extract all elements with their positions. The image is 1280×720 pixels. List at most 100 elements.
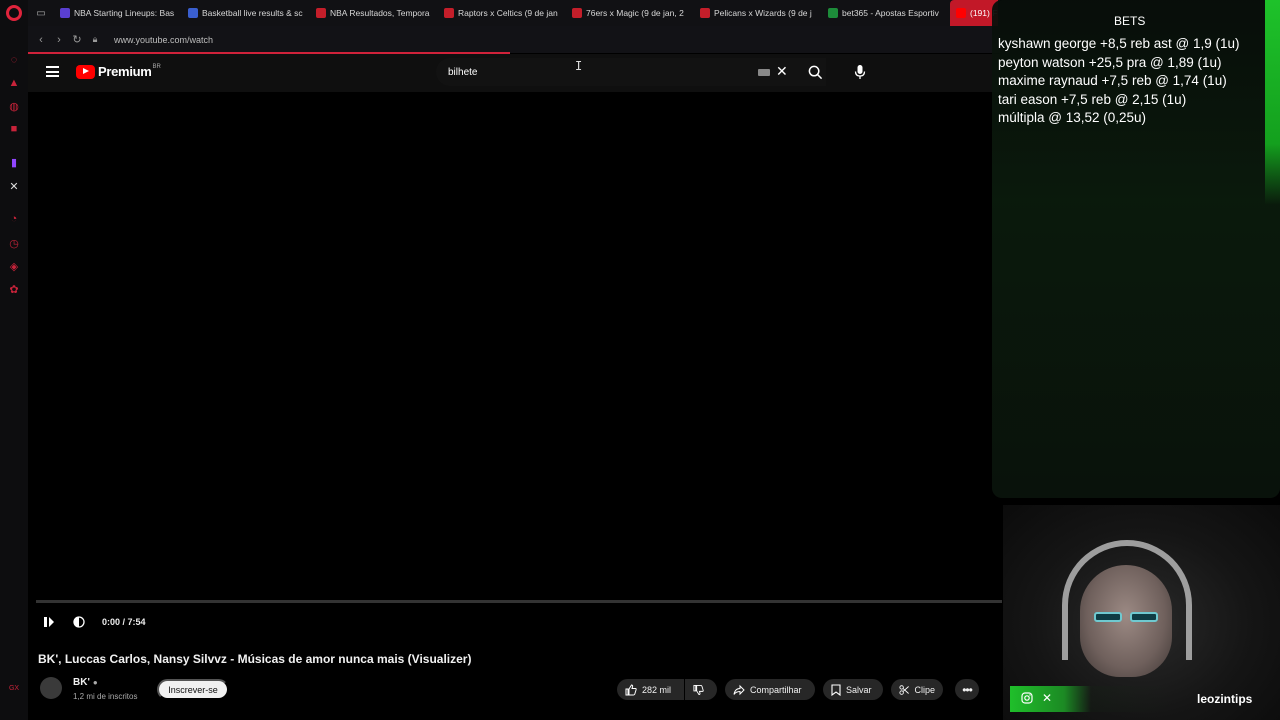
bag-icon[interactable]: ▲ bbox=[7, 76, 21, 90]
thumbs-up-icon bbox=[625, 683, 637, 695]
back-icon[interactable]: ‹ bbox=[32, 34, 50, 46]
volume-icon bbox=[73, 616, 85, 628]
region-code: BR bbox=[152, 64, 161, 70]
bet-item: peyton watson +25,5 pra @ 1,89 (1u) bbox=[998, 54, 1222, 70]
bets-title: BETS bbox=[1114, 14, 1146, 28]
channel-avatar[interactable] bbox=[40, 677, 62, 699]
video-player[interactable]: 0:00 / 7:54 bbox=[28, 92, 1002, 640]
tab[interactable]: 76ers x Magic (9 de jan, 2 bbox=[566, 0, 694, 26]
extensions-icon[interactable]: ◈ bbox=[7, 259, 21, 273]
bets-list: kyshawn george +8,5 reb ast @ 1,9 (1u) p… bbox=[998, 35, 1239, 128]
microphone-icon bbox=[854, 65, 866, 79]
streamer-handle: leozintips bbox=[1197, 692, 1253, 706]
aria-icon[interactable]: ◌ bbox=[7, 53, 21, 67]
keyboard-icon[interactable] bbox=[758, 69, 770, 76]
save-label: Salvar bbox=[846, 684, 872, 695]
play-pause-button[interactable] bbox=[40, 613, 58, 631]
video-progress-bar[interactable] bbox=[36, 600, 1002, 603]
opera-logo-icon[interactable] bbox=[6, 5, 22, 21]
tab-favicon-icon bbox=[956, 8, 966, 18]
volume-button[interactable] bbox=[70, 613, 88, 631]
youtube-play-icon bbox=[76, 64, 95, 79]
verified-icon: ● bbox=[92, 678, 98, 687]
search-box: ✕ bbox=[436, 58, 826, 86]
tab-label: bet365 - Apostas Esportiv bbox=[842, 8, 939, 18]
tab[interactable]: NBA Starting Lineups: Bas bbox=[54, 0, 182, 26]
tab-favicon-icon bbox=[444, 8, 454, 18]
gx-icon[interactable]: GX bbox=[7, 681, 21, 695]
tab-favicon-icon bbox=[188, 8, 198, 18]
overlay-accent-bar bbox=[1265, 0, 1280, 205]
tab-label: NBA Resultados, Tempora bbox=[330, 8, 430, 18]
tab[interactable]: bet365 - Apostas Esportiv bbox=[822, 0, 950, 26]
tab-favicon-icon bbox=[700, 8, 710, 18]
x-social-icon: ✕ bbox=[1041, 691, 1053, 705]
forward-icon[interactable]: › bbox=[50, 34, 68, 46]
bookmark-icon bbox=[831, 683, 841, 696]
bet-item: tari eason +7,5 reb @ 2,15 (1u) bbox=[998, 91, 1187, 107]
reload-icon[interactable]: ↻ bbox=[68, 33, 86, 46]
browser-sidebar: ◌ ▲ ◍ ■ ▮ ✕ ◔ ◷ ◈ ✿ GX bbox=[0, 0, 28, 720]
search-icon bbox=[808, 65, 822, 79]
webcam-glasses-left bbox=[1094, 612, 1122, 622]
tab-favicon-icon bbox=[60, 8, 70, 18]
youtube-brand-label: Premium bbox=[98, 64, 152, 79]
history-icon[interactable]: ◷ bbox=[7, 236, 21, 250]
tab-label: Raptors x Celtics (9 de jan bbox=[458, 8, 558, 18]
tab-menu-icon[interactable]: ▭ bbox=[28, 0, 54, 26]
whatsapp-icon[interactable]: ■ bbox=[7, 122, 21, 136]
thumbs-down-icon bbox=[693, 684, 704, 695]
tab-label: NBA Starting Lineups: Bas bbox=[74, 8, 175, 18]
youtube-header: Premium BR ✕ I bbox=[28, 54, 1000, 92]
tab-label: Pelicans x Wizards (9 de j bbox=[714, 8, 812, 18]
tab[interactable]: Basketball live results & sc bbox=[182, 0, 310, 26]
share-label: Compartilhar bbox=[750, 684, 802, 695]
tab[interactable]: NBA Resultados, Tempora bbox=[310, 0, 438, 26]
tab-label: Basketball live results & sc bbox=[202, 8, 303, 18]
pause-icon bbox=[44, 617, 54, 627]
more-actions-button[interactable]: ••• bbox=[955, 679, 979, 700]
tab-favicon-icon bbox=[572, 8, 582, 18]
tab-active[interactable]: (191) F bbox=[950, 0, 998, 26]
share-button[interactable]: Compartilhar bbox=[725, 679, 815, 700]
webcam-glasses-right bbox=[1130, 612, 1158, 622]
save-button[interactable]: Salvar bbox=[823, 679, 883, 700]
search-input[interactable] bbox=[448, 66, 748, 78]
more-icon: ••• bbox=[962, 682, 973, 697]
text-cursor-icon: I bbox=[575, 59, 583, 73]
tab-favicon-icon bbox=[828, 8, 838, 18]
dislike-button[interactable] bbox=[685, 679, 717, 700]
clip-label: Clipe bbox=[914, 684, 935, 695]
clear-search-icon[interactable]: ✕ bbox=[776, 63, 788, 80]
tab[interactable]: Pelicans x Wizards (9 de j bbox=[694, 0, 822, 26]
bet-item: maxime raynaud +7,5 reb @ 1,74 (1u) bbox=[998, 73, 1227, 88]
url-field[interactable]: www.youtube.com/watch bbox=[114, 35, 213, 45]
tab-bar: ▭ NBA Starting Lineups: Bas Basketball l… bbox=[28, 0, 1000, 26]
channel-name-label: BK' bbox=[73, 677, 90, 688]
subscribe-button[interactable]: Inscrever-se bbox=[157, 679, 229, 700]
video-title: BK', Luccas Carlos, Nansy Silvvz - Músic… bbox=[38, 652, 472, 666]
twitch-icon[interactable]: ▮ bbox=[7, 155, 21, 169]
bet-item: kyshawn george +8,5 reb ast @ 1,9 (1u) bbox=[998, 36, 1240, 51]
address-bar: ‹ › ↻ 🔒︎ www.youtube.com/watch bbox=[28, 26, 1000, 53]
share-icon bbox=[733, 684, 745, 695]
scissors-icon bbox=[899, 684, 909, 695]
youtube-logo[interactable]: Premium BR bbox=[76, 64, 161, 79]
tab-favicon-icon bbox=[316, 8, 326, 18]
messenger-icon[interactable]: ◍ bbox=[7, 99, 21, 113]
like-count: 282 mil bbox=[642, 684, 672, 695]
lock-icon[interactable]: 🔒︎ bbox=[86, 34, 104, 45]
menu-icon[interactable] bbox=[46, 66, 59, 77]
voice-search-button[interactable] bbox=[846, 58, 874, 86]
search-button[interactable] bbox=[796, 58, 834, 86]
clip-button[interactable]: Clipe bbox=[891, 679, 943, 700]
bet-item: múltipla @ 13,52 (0,25u) bbox=[998, 110, 1147, 125]
clock-icon[interactable]: ◔ bbox=[7, 212, 21, 226]
x-icon[interactable]: ✕ bbox=[7, 179, 21, 193]
like-button[interactable]: 282 mil bbox=[617, 679, 684, 700]
settings-icon[interactable]: ✿ bbox=[7, 282, 21, 296]
video-time: 0:00 / 7:54 bbox=[102, 617, 146, 627]
tab[interactable]: Raptors x Celtics (9 de jan bbox=[438, 0, 566, 26]
channel-name[interactable]: BK' ● bbox=[73, 677, 98, 688]
instagram-icon bbox=[1020, 691, 1034, 705]
